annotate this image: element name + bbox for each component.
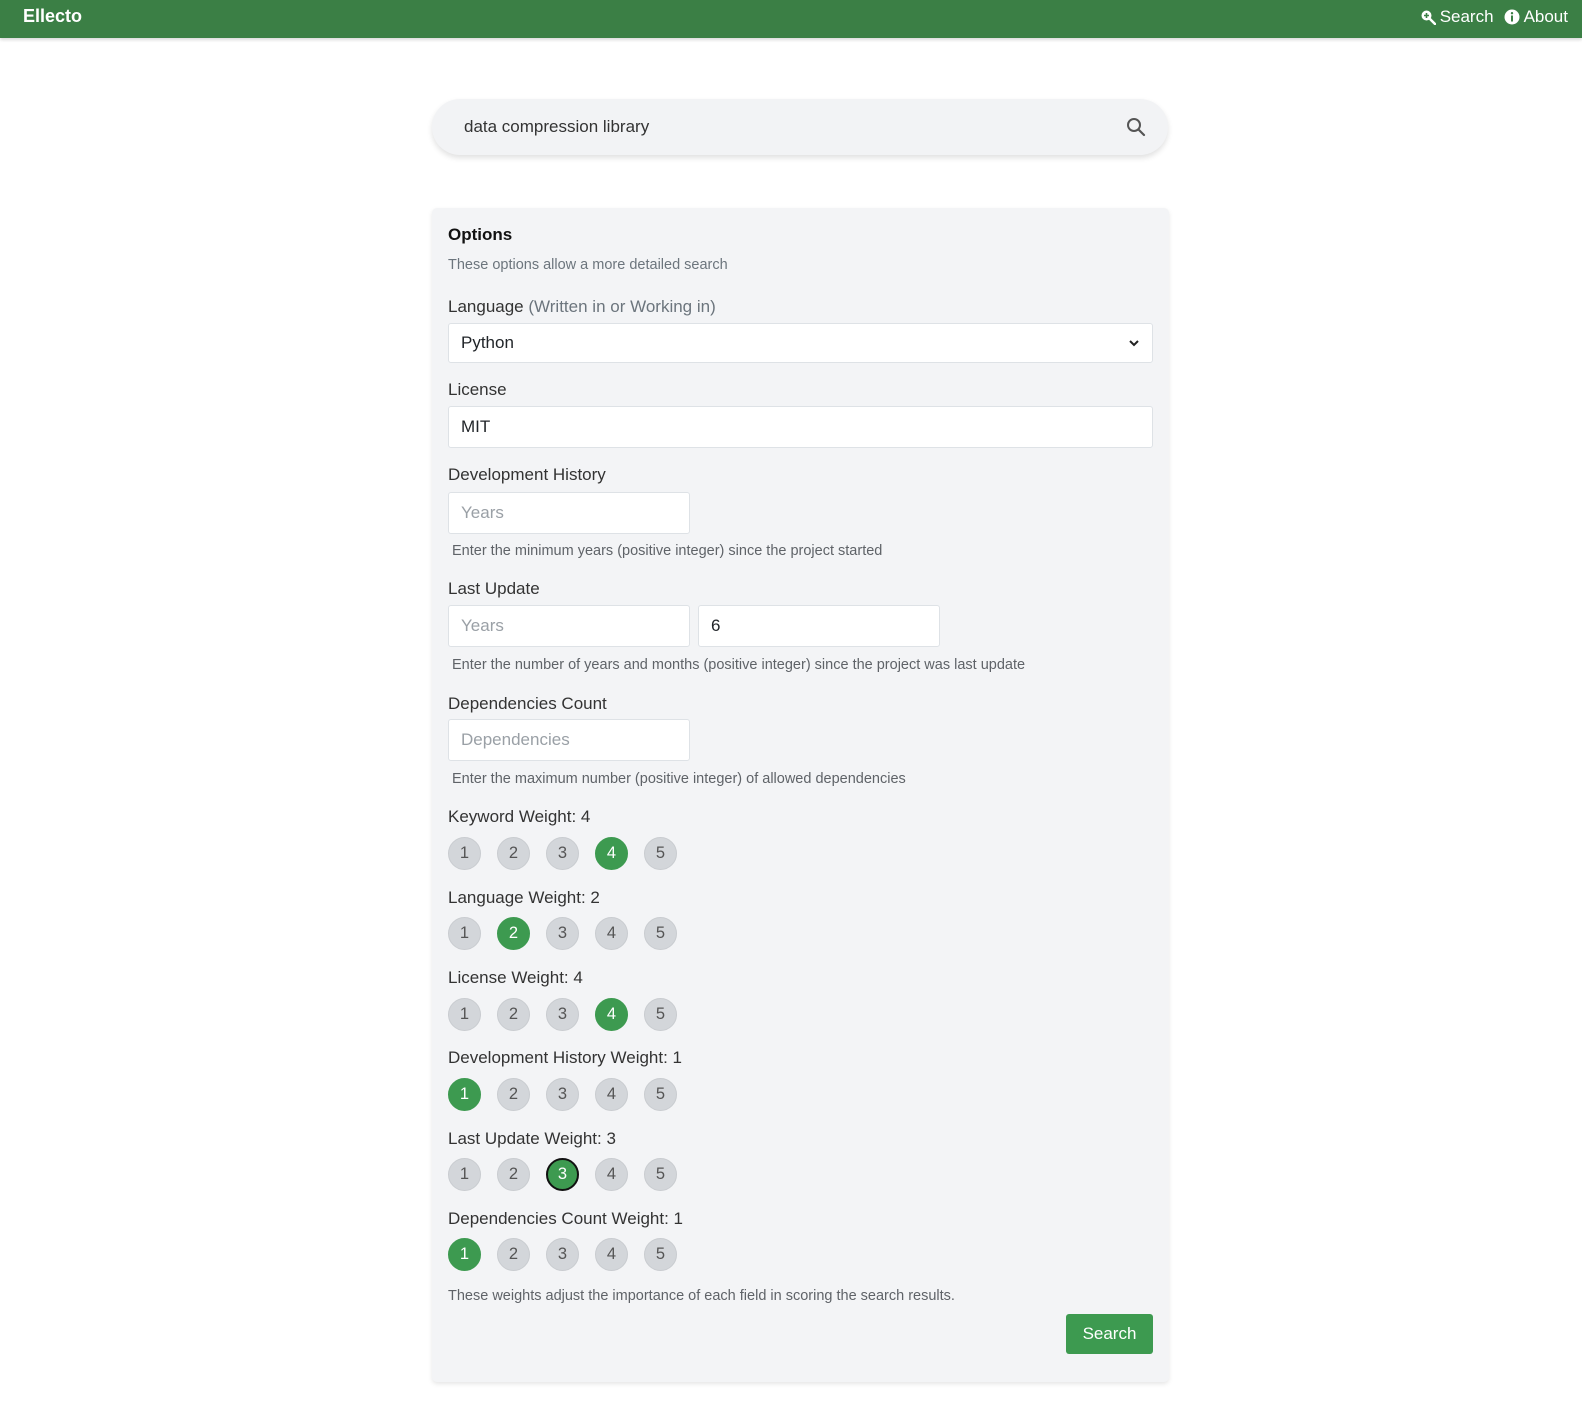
development-history-years-input[interactable] — [448, 492, 690, 534]
weight-option-button[interactable]: 5 — [644, 998, 677, 1031]
weight-group-license: 12345 — [448, 998, 677, 1031]
options-subtitle: These options allow a more detailed sear… — [448, 257, 728, 273]
weight-option-button[interactable]: 1 — [448, 998, 481, 1031]
weight-option-button[interactable]: 3 — [546, 998, 579, 1031]
search-button[interactable]: Search — [1066, 1314, 1153, 1354]
development-history-label: Development History — [448, 465, 606, 484]
weight-group-language: 12345 — [448, 917, 677, 950]
weight-group-last-update: 12345 — [448, 1158, 677, 1191]
nav-search-link[interactable]: Search — [1420, 7, 1494, 27]
weight-option-button[interactable]: 2 — [497, 837, 530, 870]
weight-option-button[interactable]: 1 — [448, 917, 481, 950]
weight-option-button[interactable]: 2 — [497, 1078, 530, 1111]
last-update-label: Last Update — [448, 579, 540, 598]
search-input[interactable] — [464, 113, 1104, 141]
nav-search-label: Search — [1439, 7, 1494, 26]
weight-option-button[interactable]: 3 — [546, 1158, 579, 1191]
weight-option-button[interactable]: 1 — [448, 1158, 481, 1191]
nav-about-label: About — [1523, 7, 1568, 26]
weight-option-button[interactable]: 1 — [448, 1238, 481, 1271]
language-label-text: Language — [448, 297, 524, 316]
weight-label-language: Language Weight: 2 — [448, 888, 600, 907]
weight-label-last-update: Last Update Weight: 3 — [448, 1129, 616, 1148]
license-input[interactable] — [448, 406, 1153, 448]
weight-group-dependencies-count: 12345 — [448, 1238, 677, 1271]
weight-label-keyword: Keyword Weight: 4 — [448, 807, 591, 826]
weight-option-button[interactable]: 5 — [644, 837, 677, 870]
weight-option-button[interactable]: 1 — [448, 837, 481, 870]
weight-option-button[interactable]: 3 — [546, 837, 579, 870]
search-plus-icon — [1421, 10, 1436, 25]
chevron-down-icon — [1129, 340, 1139, 347]
weight-label-license: License Weight: 4 — [448, 968, 583, 987]
weight-option-button[interactable]: 4 — [595, 917, 628, 950]
dependencies-count-input[interactable] — [448, 719, 690, 761]
development-history-help: Enter the minimum years (positive intege… — [452, 543, 883, 559]
weight-label-development-history: Development History Weight: 1 — [448, 1048, 683, 1067]
weight-option-button[interactable]: 5 — [644, 1158, 677, 1191]
options-title: Options — [448, 225, 513, 244]
weight-label-dependencies-count: Dependencies Count Weight: 1 — [448, 1209, 684, 1228]
weight-option-button[interactable]: 3 — [546, 1238, 579, 1271]
weight-option-button[interactable]: 2 — [497, 1238, 530, 1271]
nav-links: Search About — [1420, 7, 1568, 27]
weight-group-keyword: 12345 — [448, 837, 677, 870]
weight-option-button[interactable]: 5 — [644, 917, 677, 950]
options-panel: Options These options allow a more detai… — [432, 208, 1169, 1382]
weight-option-button[interactable]: 5 — [644, 1238, 677, 1271]
language-label: Language (Written in or Working in) — [448, 297, 716, 317]
dependencies-count-label: Dependencies Count — [448, 694, 607, 713]
language-select[interactable]: Python — [448, 323, 1153, 363]
weight-option-button[interactable]: 2 — [497, 1158, 530, 1191]
weight-option-button[interactable]: 3 — [546, 1078, 579, 1111]
weight-option-button[interactable]: 4 — [595, 1078, 628, 1111]
language-selected-value: Python — [461, 333, 514, 352]
brand-logo[interactable]: Ellecto — [23, 6, 82, 27]
license-label: License — [448, 380, 507, 399]
search-bar — [432, 99, 1168, 155]
weight-option-button[interactable]: 4 — [595, 1238, 628, 1271]
weight-group-development-history: 12345 — [448, 1078, 677, 1111]
weight-option-button[interactable]: 4 — [595, 1158, 628, 1191]
weight-option-button[interactable]: 3 — [546, 917, 579, 950]
last-update-months-input[interactable] — [698, 605, 940, 647]
language-label-hint: (Written in or Working in) — [528, 297, 716, 316]
last-update-years-input[interactable] — [448, 605, 690, 647]
search-icon[interactable] — [1126, 117, 1146, 137]
weight-option-button[interactable]: 4 — [595, 837, 628, 870]
navbar: Ellecto Search About — [0, 0, 1582, 38]
weight-option-button[interactable]: 4 — [595, 998, 628, 1031]
weight-option-button[interactable]: 2 — [497, 998, 530, 1031]
nav-about-link[interactable]: About — [1504, 7, 1568, 27]
weight-option-button[interactable]: 2 — [497, 917, 530, 950]
weights-note: These weights adjust the importance of e… — [448, 1288, 955, 1304]
info-icon — [1504, 9, 1520, 25]
weight-option-button[interactable]: 1 — [448, 1078, 481, 1111]
last-update-help: Enter the number of years and months (po… — [452, 657, 1026, 673]
weight-option-button[interactable]: 5 — [644, 1078, 677, 1111]
dependencies-count-help: Enter the maximum number (positive integ… — [452, 771, 906, 787]
